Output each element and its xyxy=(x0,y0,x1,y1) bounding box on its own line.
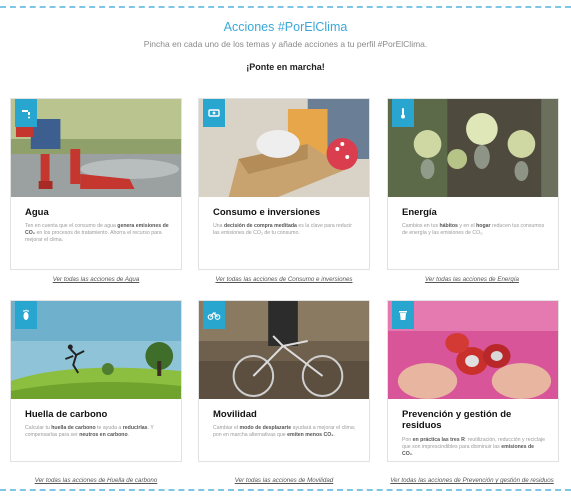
call-to-action: ¡Ponte en marcha! xyxy=(246,62,325,72)
bottom-dashed-divider xyxy=(0,489,571,491)
card-image-residuos[interactable] xyxy=(388,301,558,399)
card-desc-consumo: Una decisión de compra meditada es la cl… xyxy=(213,223,352,237)
link-acciones-movilidad[interactable]: Ver todas las acciones de Movilidad xyxy=(189,477,379,484)
card-title-agua: Agua xyxy=(25,207,49,218)
card-image-consumo[interactable] xyxy=(199,99,369,197)
card-title-residuos: Prevención y gestión de residuos xyxy=(402,409,512,432)
card-energia[interactable]: Energía Cambios en tus hábitos y en el h… xyxy=(387,98,559,270)
link-acciones-residuos[interactable]: Ver todas las acciones de Prevención y g… xyxy=(377,477,567,484)
page-subtitle: Pincha en cada uno de los temas y añade … xyxy=(143,39,428,49)
recycle-bin-icon xyxy=(392,301,414,329)
page-header: Acciones #PorElClima Pincha en cada uno … xyxy=(0,20,571,72)
card-image-energia[interactable] xyxy=(388,99,558,197)
card-desc-huella: Calcular tu huella de carbono te ayuda a… xyxy=(25,425,154,439)
card-consumo[interactable]: Consumo e inversiones Una decisión de co… xyxy=(198,98,370,270)
link-acciones-agua[interactable]: Ver todas las acciones de Agua xyxy=(1,276,191,283)
card-residuos[interactable]: Prevención y gestión de residuos Pon en … xyxy=(387,300,559,462)
card-desc-movilidad: Cambiar el modo de desplazarte ayudará a… xyxy=(213,425,356,439)
cash-icon xyxy=(203,99,225,127)
card-desc-agua: Ten en cuenta que el consumo de agua gen… xyxy=(25,223,169,244)
card-title-energia: Energía xyxy=(402,207,437,218)
thermometer-icon xyxy=(392,99,414,127)
link-acciones-consumo[interactable]: Ver todas las acciones de Consumo e inve… xyxy=(189,276,379,283)
card-movilidad[interactable]: Movilidad Cambiar el modo de desplazarte… xyxy=(198,300,370,462)
card-desc-residuos: Pon en práctica las tres R: reutilizació… xyxy=(402,436,546,457)
card-huella[interactable]: Huella de carbono Calcular tu huella de … xyxy=(10,300,182,462)
card-image-movilidad[interactable] xyxy=(199,301,369,399)
card-agua[interactable]: Agua Ten en cuenta que el consumo de agu… xyxy=(10,98,182,270)
top-dashed-divider xyxy=(0,6,571,8)
water-tap-icon xyxy=(15,99,37,127)
card-title-huella: Huella de carbono xyxy=(25,409,108,420)
card-image-agua[interactable] xyxy=(11,99,181,197)
link-acciones-huella[interactable]: Ver todas las acciones de Huella de carb… xyxy=(1,477,191,484)
card-image-huella[interactable] xyxy=(11,301,181,399)
card-title-consumo: Consumo e inversiones xyxy=(213,207,321,218)
link-acciones-energia[interactable]: Ver todas las acciones de Energía xyxy=(377,276,567,283)
card-title-movilidad: Movilidad xyxy=(213,409,257,420)
bicycle-icon xyxy=(203,301,225,329)
page-title: Acciones #PorElClima xyxy=(223,20,348,34)
card-desc-energia: Cambios en tus hábitos y en el hogar red… xyxy=(402,223,545,237)
footprint-icon xyxy=(15,301,37,329)
